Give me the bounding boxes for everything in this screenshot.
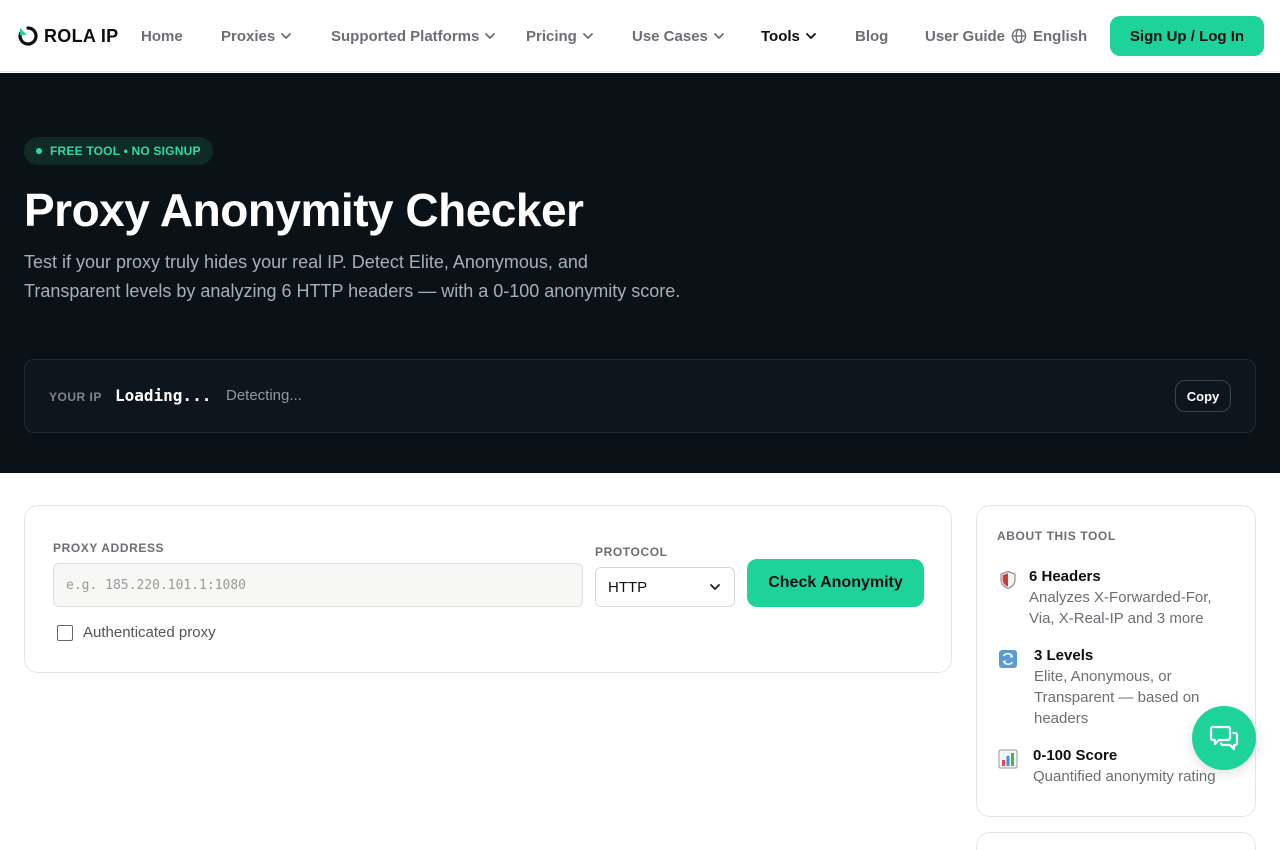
chevron-down-icon: [710, 584, 720, 590]
proxy-address-input[interactable]: [53, 563, 583, 607]
logo-mark-icon: [18, 26, 38, 46]
refresh-icon: [999, 650, 1017, 668]
protocol-selected-value: HTTP: [608, 578, 648, 596]
ip-label: YOUR IP: [49, 390, 102, 404]
top-navigation: ROLA IP Home Proxies Supported Platforms…: [0, 0, 1280, 72]
nav-item-proxies[interactable]: Proxies: [221, 26, 292, 46]
bar-chart-icon: [998, 749, 1018, 769]
check-anonymity-button[interactable]: Check Anonymity: [747, 559, 924, 607]
ip-value: Loading...: [115, 386, 212, 405]
about-title: ABOUT THIS TOOL: [997, 529, 1116, 543]
signup-login-button[interactable]: Sign Up / Log In: [1110, 16, 1264, 56]
nav-item-label: Blog: [855, 27, 889, 45]
chat-widget-button[interactable]: [1192, 706, 1256, 770]
nav-item-label: Use Cases: [632, 27, 708, 45]
chevron-down-icon: [485, 33, 496, 39]
nav-item-supported-platforms[interactable]: Supported Platforms: [331, 26, 496, 46]
copy-ip-button[interactable]: Copy: [1175, 380, 1231, 412]
nav-item-user-guide[interactable]: User Guide: [925, 26, 1005, 46]
feature-title: 0-100 Score: [1033, 747, 1118, 764]
nav-item-blog[interactable]: Blog: [855, 26, 888, 46]
feature-title: 6 Headers: [1029, 568, 1101, 585]
chevron-down-icon: [713, 33, 724, 39]
language-label: English: [1033, 27, 1088, 45]
chevron-down-icon: [805, 33, 816, 39]
protocol-select[interactable]: HTTP: [595, 567, 735, 607]
protocol-label: PROTOCOL: [595, 545, 668, 559]
about-tool-card: ABOUT THIS TOOL 6 Headers Analyzes X-For…: [976, 505, 1256, 817]
nav-item-label: Supported Platforms: [331, 27, 480, 45]
chevron-down-icon: [281, 33, 292, 39]
nav-item-tools[interactable]: Tools: [761, 26, 816, 46]
language-selector[interactable]: English: [1011, 26, 1087, 46]
nav-item-label: User Guide: [925, 27, 1006, 45]
authenticated-proxy-toggle[interactable]: Authenticated proxy: [57, 624, 216, 641]
nav-item-label: Home: [141, 27, 183, 45]
secondary-card: [976, 832, 1256, 850]
nav-item-label: Pricing: [526, 27, 577, 45]
nav-item-label: Proxies: [221, 27, 276, 45]
globe-icon: [1011, 28, 1027, 44]
proxy-address-label: PROXY ADDRESS: [53, 541, 165, 555]
page-title: Proxy Anonymity Checker: [24, 184, 584, 236]
chat-bubble-icon: [1209, 725, 1239, 751]
nav-item-use-cases[interactable]: Use Cases: [632, 26, 724, 46]
feature-title: 3 Levels: [1034, 647, 1094, 664]
feature-description: Quantified anonymity rating: [1033, 768, 1216, 785]
chevron-down-icon: [582, 33, 593, 39]
hero-description: Test if your proxy truly hides your real…: [24, 252, 681, 301]
hero-section: FREE TOOL • NO SIGNUP Proxy Anonymity Ch…: [0, 73, 1280, 473]
feature-description: Analyzes X-Forwarded-For, Via, X-Real-IP…: [1029, 589, 1212, 627]
badge-dot-icon: [36, 148, 42, 154]
badge-label: FREE TOOL • NO SIGNUP: [50, 144, 201, 158]
your-ip-panel: YOUR IP Loading... Detecting... Copy: [24, 359, 1256, 433]
shield-icon: [1000, 570, 1016, 590]
nav-item-label: Tools: [761, 27, 800, 45]
ip-status: Detecting...: [226, 387, 302, 404]
authenticated-proxy-checkbox[interactable]: [57, 624, 73, 641]
brand-name: ROLA IP: [44, 25, 119, 46]
nav-item-home[interactable]: Home: [141, 26, 183, 46]
nav-item-pricing[interactable]: Pricing: [526, 26, 593, 46]
brand-logo[interactable]: ROLA IP: [18, 24, 118, 48]
free-tool-badge: FREE TOOL • NO SIGNUP: [24, 137, 213, 165]
authenticated-proxy-label: Authenticated proxy: [83, 624, 216, 641]
checker-form: PROXY ADDRESS PROTOCOL HTTP Check Anonym…: [24, 505, 952, 673]
